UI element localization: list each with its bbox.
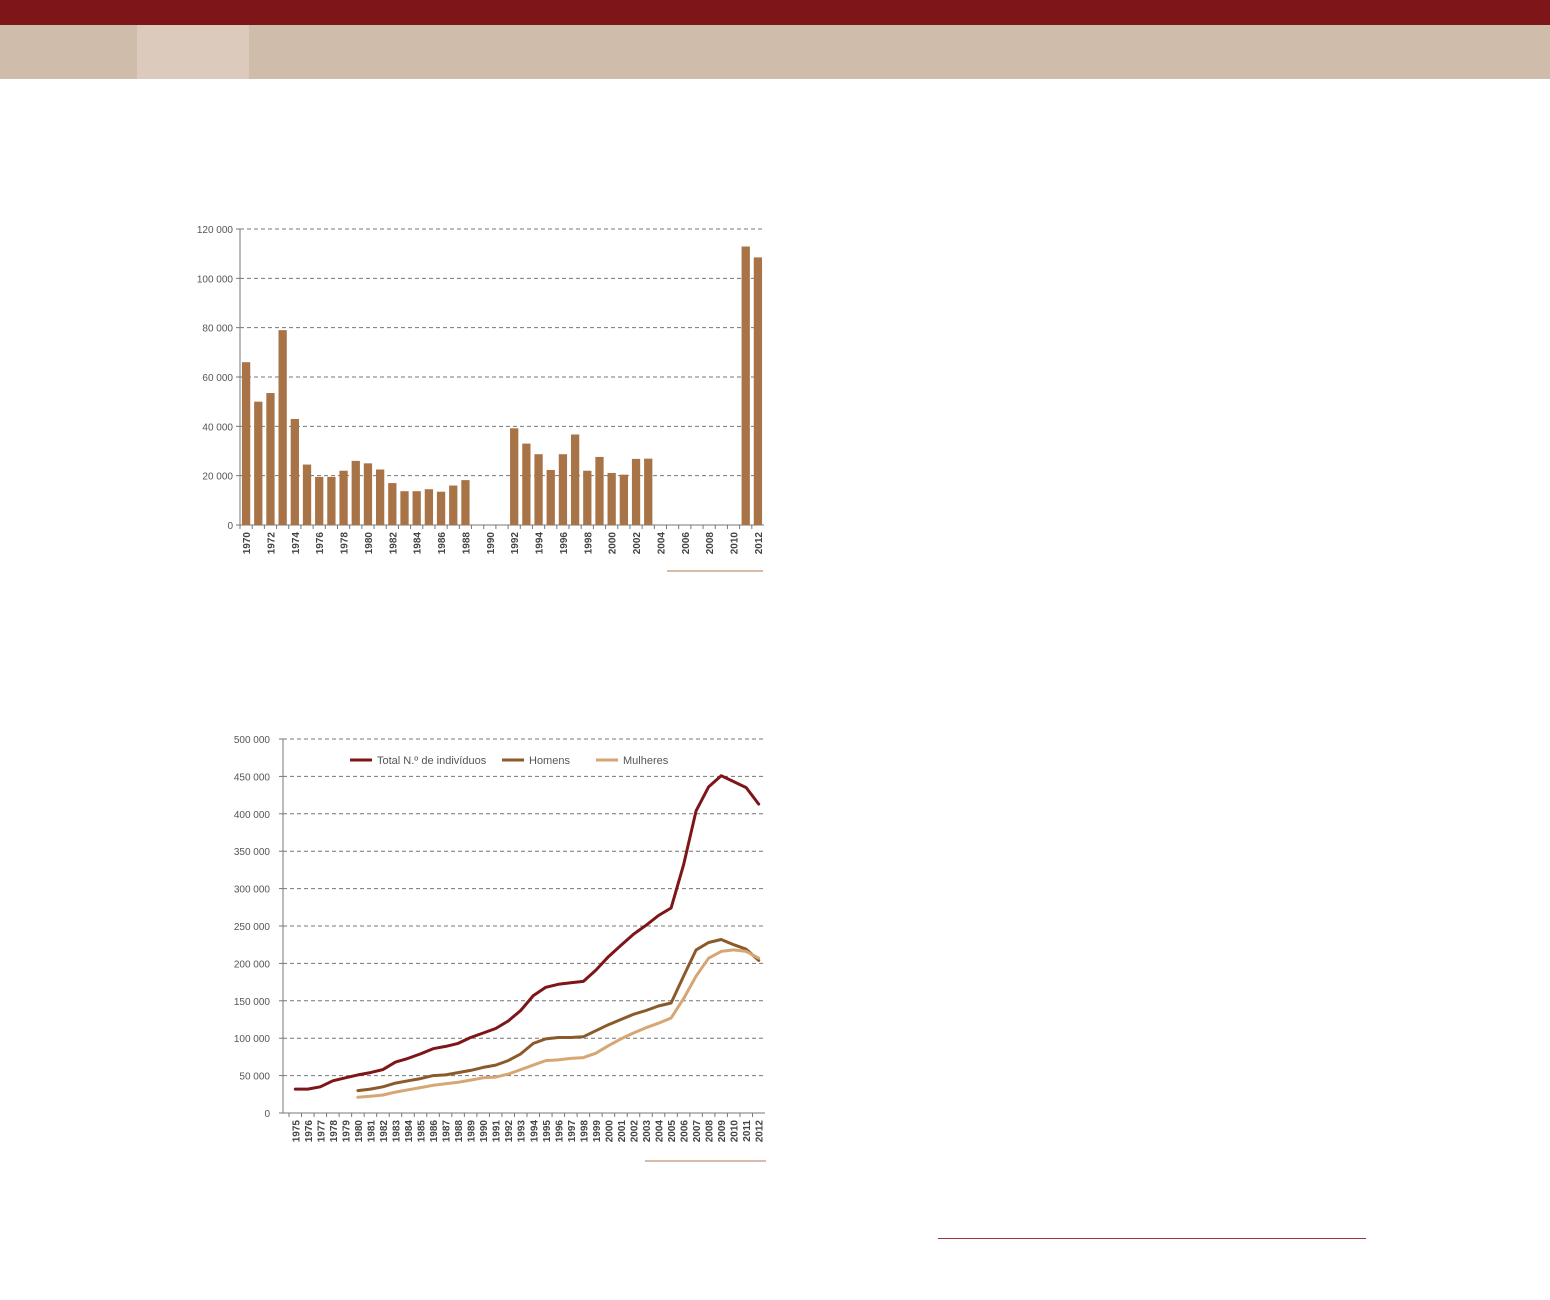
x-tick-label: 2012 [755,1120,766,1143]
legend-label: Mulheres [623,755,669,767]
x-tick-label: 1984 [404,1120,415,1143]
x-tick-label: 1980 [354,1120,365,1143]
series-line [356,938,761,1093]
x-tick-label: 2008 [705,1120,716,1143]
x-tick-label: 2007 [692,1120,703,1143]
y-tick-label: 50 000 [239,1072,270,1083]
legend-label: Total N.º de indivíduos [377,755,487,767]
x-tick-label: 1982 [379,1120,390,1143]
y-tick-label: 150 000 [234,997,271,1008]
y-tick-label: 500 000 [234,735,271,746]
footer-rule [938,1238,1366,1239]
x-tick-label: 1993 [517,1120,528,1143]
x-tick-label: 2009 [717,1120,728,1143]
line-chart: 0 50 000 100 000 150 000 200 000 250 000 300 0… [234,735,766,1162]
x-tick-label: 1997 [567,1120,578,1143]
x-tick-label: 1999 [592,1120,603,1143]
y-tick-label: 350 000 [234,847,271,858]
x-tick-label: 1990 [479,1120,490,1143]
y-tick-label: 250 000 [234,922,271,933]
x-tick-label: 1987 [442,1120,453,1143]
x-tick-label: 1989 [467,1120,478,1143]
x-tick-label: 2000 [604,1120,615,1143]
x-tick-label: 1986 [429,1120,440,1143]
y-tick-label: 450 000 [234,772,271,783]
y-tick-label: 300 000 [234,885,271,896]
x-tick-label: 1983 [391,1120,402,1143]
x-tick-label: 2002 [629,1120,640,1143]
x-tick-label: 1978 [329,1120,340,1143]
x-tick-label: 1992 [504,1120,515,1143]
x-tick-label: 2001 [617,1120,628,1143]
x-tick-label: 1975 [291,1120,302,1143]
x-tick-label: 1979 [341,1120,352,1143]
y-tick-label: 0 [264,1109,270,1120]
x-tick-label: 1977 [316,1120,327,1143]
series-line [293,774,761,1091]
x-tick-label: 2010 [730,1120,741,1143]
x-tick-label: 1985 [417,1120,428,1143]
x-tick-label: 1976 [304,1120,315,1143]
x-tick-label: 1988 [454,1120,465,1143]
x-tick-label: 1995 [542,1120,553,1143]
x-tick-label: 1998 [579,1120,590,1143]
x-tick-label: 2011 [742,1120,753,1142]
x-tick-label: 1991 [492,1120,503,1143]
y-tick-label: 200 000 [234,959,271,970]
y-tick-label: 100 000 [234,1034,271,1045]
x-tick-label: 2006 [680,1120,691,1143]
legend-label: Homens [529,755,570,767]
x-tick-label: 2005 [667,1120,678,1143]
x-tick-label: 1981 [366,1120,377,1143]
x-tick-label: 1994 [529,1120,540,1143]
x-tick-label: 1996 [554,1120,565,1143]
y-tick-label: 400 000 [234,810,271,821]
x-tick-label: 2003 [642,1120,653,1143]
x-tick-label: 2004 [655,1120,666,1143]
